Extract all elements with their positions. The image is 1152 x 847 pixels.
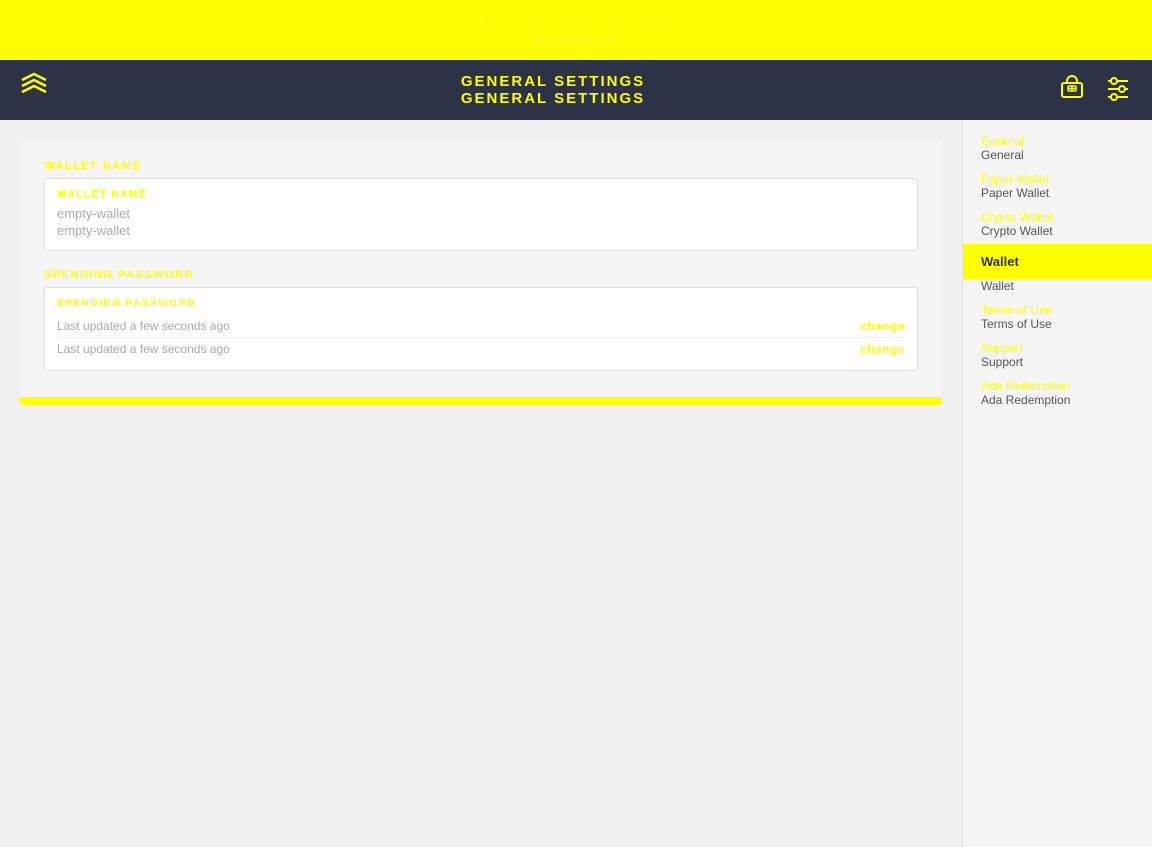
spending-change-btn-1[interactable]: change	[860, 319, 905, 333]
spending-inner-label: SPENDING PASSWORD	[57, 298, 905, 309]
sidebar-support-dark: Support	[963, 355, 1152, 375]
spending-password-section: SPENDING PASSWORD SPENDING PASSWORD Last…	[44, 269, 918, 371]
sidebar-item-wallet[interactable]: Wallet	[963, 244, 1152, 279]
spending-change-btn-2[interactable]: change	[860, 342, 905, 356]
bag-icon-button[interactable]	[1054, 69, 1090, 111]
settings-card: WALLET NAME WALLET NAME empty-wallet emp…	[20, 140, 942, 405]
sidebar-wallet-label: Wallet	[981, 254, 1134, 269]
content-area: WALLET NAME WALLET NAME empty-wallet emp…	[0, 120, 962, 847]
main-layout: WALLET NAME WALLET NAME empty-wallet emp…	[0, 120, 1152, 847]
wallet-name-inner-label: WALLET NAME	[57, 189, 905, 200]
wallet-name-value1: empty-wallet	[57, 206, 905, 221]
logo-icon	[16, 70, 52, 111]
sidebar-general-yellow: General	[963, 130, 1152, 148]
sidebar-crypto-wallet-dark: Crypto Wallet	[963, 224, 1152, 244]
spending-outer-label: SPENDING PASSWORD	[44, 269, 918, 281]
spending-password-field-box: SPENDING PASSWORD Last updated a few sec…	[44, 287, 918, 371]
header-title-group: GENERAL SETTINGS GENERAL SETTINGS	[461, 73, 645, 107]
sliders-icon-button[interactable]	[1100, 69, 1136, 111]
sidebar-ada-redemption-yellow: Ada Redemption	[963, 375, 1152, 393]
header-icons	[1054, 69, 1136, 111]
sidebar-paper-wallet-yellow: Paper Wallet	[963, 168, 1152, 186]
sidebar-ada-redemption-dark: Ada Redemption	[963, 393, 1152, 413]
wallet-name-value2: empty-wallet	[57, 223, 905, 238]
sidebar: General General Paper Wallet Paper Walle…	[962, 120, 1152, 847]
sidebar-terms-dark: Terms of Use	[963, 317, 1152, 337]
sidebar-terms-yellow: Terms of Use	[963, 299, 1152, 317]
logo	[16, 70, 52, 111]
wallet-name-field-box: WALLET NAME empty-wallet empty-wallet	[44, 178, 918, 251]
header-title-line2: GENERAL SETTINGS	[461, 90, 645, 107]
sidebar-support-yellow: Support	[963, 337, 1152, 355]
sidebar-paper-wallet-dark: Paper Wallet	[963, 186, 1152, 206]
sidebar-crypto-wallet-yellow: Crypto Wallet	[963, 206, 1152, 224]
top-banner-text1: · · · · · · · · · · · · · · · · · · · · …	[459, 11, 693, 31]
settings-card-bottom-bar	[20, 397, 942, 405]
top-banner: · · · · · · · · · · · · · · · · · · · · …	[0, 0, 1152, 60]
spending-row-1: Last updated a few seconds ago change	[57, 315, 905, 337]
spending-row1-text: Last updated a few seconds ago	[57, 319, 230, 333]
header: GENERAL SETTINGS GENERAL SETTINGS	[0, 60, 1152, 120]
wallet-name-outer-label: WALLET NAME	[44, 160, 918, 172]
sidebar-wallet-dark: Wallet	[963, 279, 1152, 299]
sidebar-general-dark: General	[963, 148, 1152, 168]
top-banner-text2: · · · · · · · ·	[539, 30, 614, 50]
header-title-line1: GENERAL SETTINGS	[461, 73, 645, 90]
spending-row-2: Last updated a few seconds ago change	[57, 337, 905, 360]
spending-row2-text: Last updated a few seconds ago	[57, 342, 230, 356]
